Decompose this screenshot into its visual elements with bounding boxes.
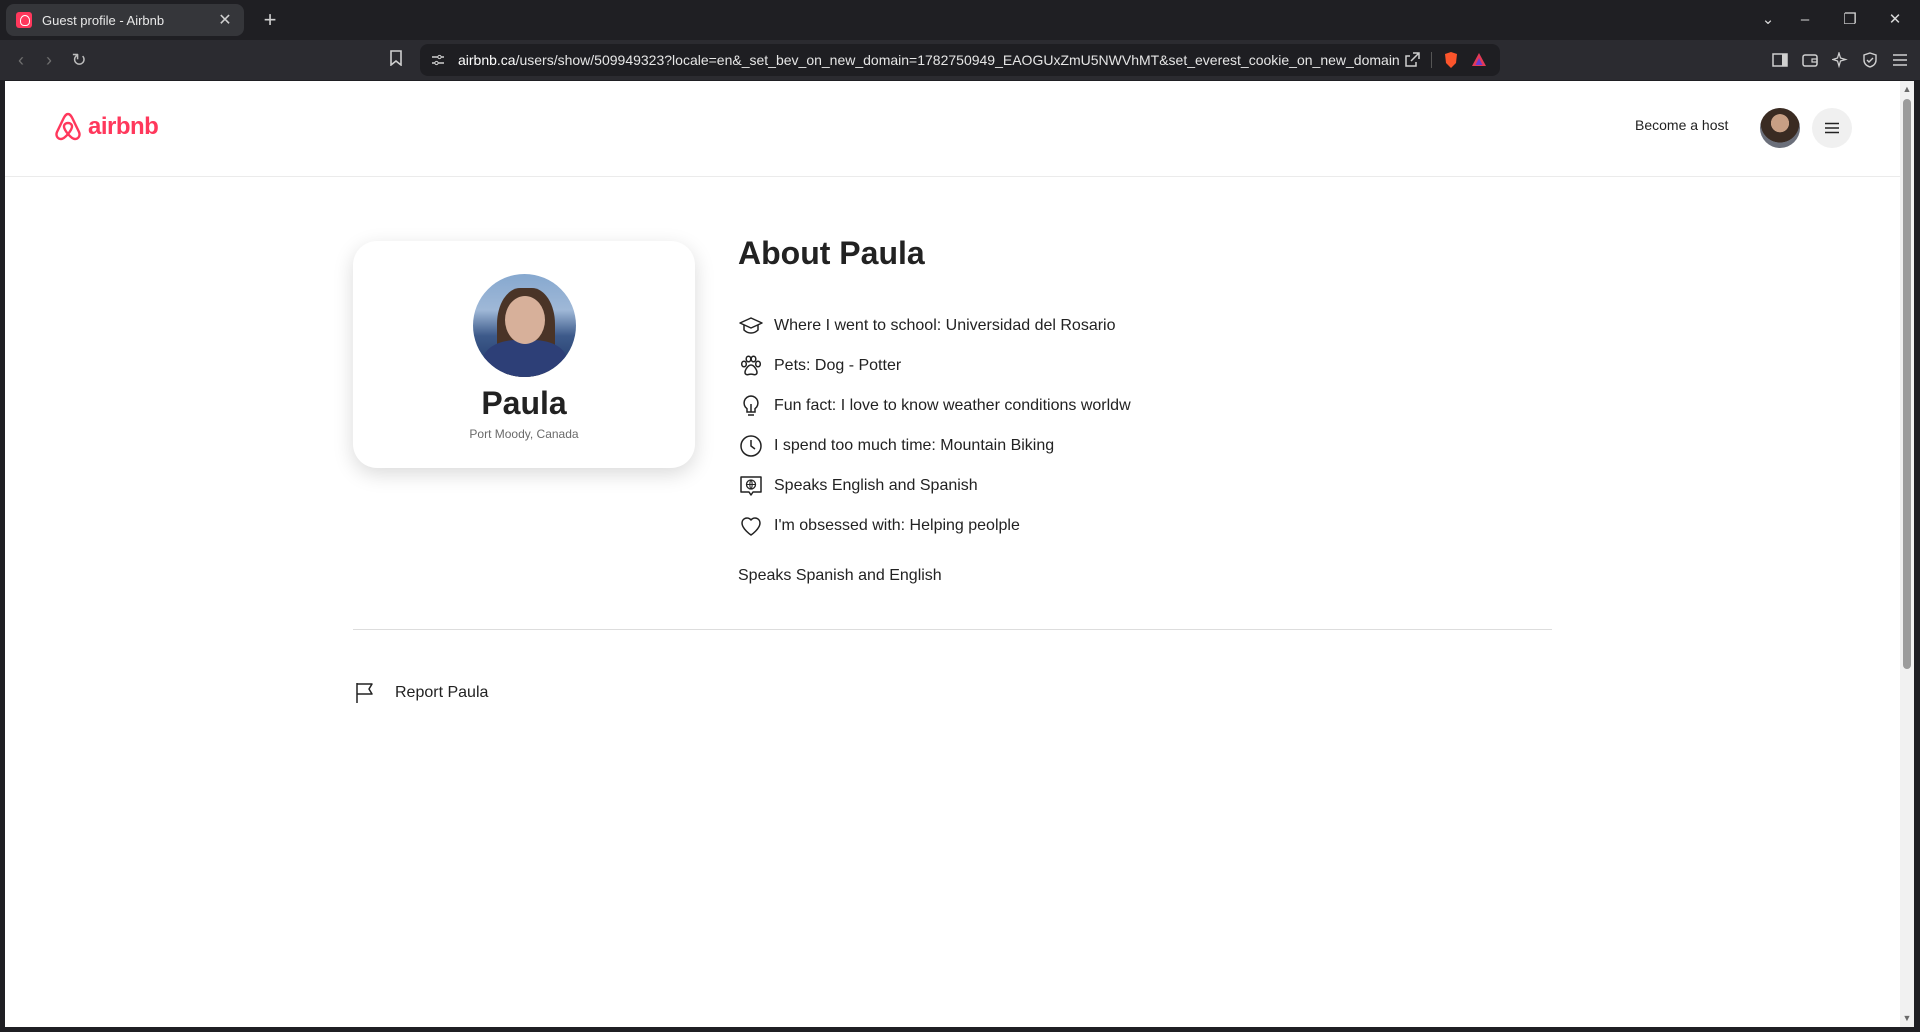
browser-tab[interactable]: Guest profile - Airbnb ✕ (6, 4, 244, 36)
page-content: airbnb Become a host Paula Port Moody, C… (5, 81, 1900, 1027)
profile-name: Paula (481, 385, 567, 421)
user-avatar[interactable] (1760, 108, 1800, 148)
sidebar-toggle-icon[interactable] (1768, 48, 1792, 72)
scroll-up-icon[interactable]: ▲ (1902, 84, 1912, 94)
tab-list-chevron-icon[interactable]: ⌄ (1750, 0, 1786, 40)
section-divider (353, 629, 1552, 630)
page-scrollbar[interactable]: ▲ ▼ (1900, 81, 1914, 1027)
logo-text: airbnb (88, 113, 159, 140)
lightbulb-icon (738, 393, 764, 419)
vpn-shield-icon[interactable] (1858, 48, 1882, 72)
forward-button[interactable]: › (36, 48, 62, 72)
brave-shields-icon[interactable] (1440, 51, 1462, 69)
reload-button[interactable]: ↻ (66, 48, 92, 72)
paw-icon (738, 353, 764, 379)
list-item: I spend too much time: Mountain Biking (738, 426, 1131, 466)
close-window-button[interactable]: ✕ (1877, 0, 1913, 40)
brave-rewards-icon[interactable] (1468, 52, 1490, 68)
scroll-down-icon[interactable]: ▼ (1902, 1013, 1912, 1023)
new-tab-button[interactable]: + (256, 6, 284, 34)
about-heading: About Paula (738, 235, 925, 271)
airbnb-logo[interactable]: airbnb (52, 111, 159, 143)
list-item: Pets: Dog - Potter (738, 346, 1131, 386)
site-header: airbnb Become a host (5, 81, 1900, 177)
profile-photo (473, 274, 576, 377)
list-item: Where I went to school: Universidad del … (738, 306, 1131, 346)
list-item: I'm obsessed with: Helping peolple (738, 506, 1131, 546)
school-icon (738, 313, 764, 339)
close-tab-icon[interactable]: ✕ (216, 10, 234, 30)
profile-facts-list: Where I went to school: Universidad del … (738, 306, 1131, 546)
heart-icon (738, 513, 764, 539)
language-icon (738, 473, 764, 499)
profile-location: Port Moody, Canada (469, 427, 579, 441)
browser-menu-icon[interactable] (1888, 48, 1912, 72)
back-button[interactable]: ‹ (8, 48, 34, 72)
list-item: Fun fact: I love to know weather conditi… (738, 386, 1131, 426)
leo-ai-icon[interactable] (1828, 48, 1852, 72)
profile-card: Paula Port Moody, Canada (353, 241, 695, 468)
airbnb-favicon-icon (16, 12, 32, 28)
clock-icon (738, 433, 764, 459)
report-link[interactable]: Report Paula (353, 681, 488, 705)
bookmark-icon[interactable] (383, 48, 409, 72)
profile-bio: Speaks Spanish and English (738, 567, 942, 584)
wallet-icon[interactable] (1798, 48, 1822, 72)
scrollbar-thumb[interactable] (1903, 99, 1911, 669)
share-icon[interactable] (1401, 52, 1423, 68)
hamburger-icon (1825, 122, 1839, 134)
flag-icon (356, 683, 373, 703)
tab-title: Guest profile - Airbnb (42, 12, 165, 28)
minimize-button[interactable]: – (1787, 0, 1823, 40)
address-bar[interactable]: airbnb.ca/users/show/509949323?locale=en… (420, 44, 1500, 76)
list-item: Speaks English and Spanish (738, 466, 1131, 506)
browser-tab-strip: Guest profile - Airbnb ✕ + ⌄ – ❐ ✕ (0, 0, 1920, 40)
user-menu-button[interactable] (1812, 108, 1852, 148)
url-text: airbnb.ca/users/show/509949323?locale=en… (458, 52, 1401, 68)
become-host-link[interactable]: Become a host (1635, 117, 1728, 133)
browser-toolbar: ‹ › ↻ airbnb.ca/users/show/509949323?loc… (0, 40, 1920, 80)
site-settings-icon[interactable] (430, 52, 446, 68)
restore-button[interactable]: ❐ (1832, 0, 1868, 40)
airbnb-logo-icon (55, 112, 81, 141)
